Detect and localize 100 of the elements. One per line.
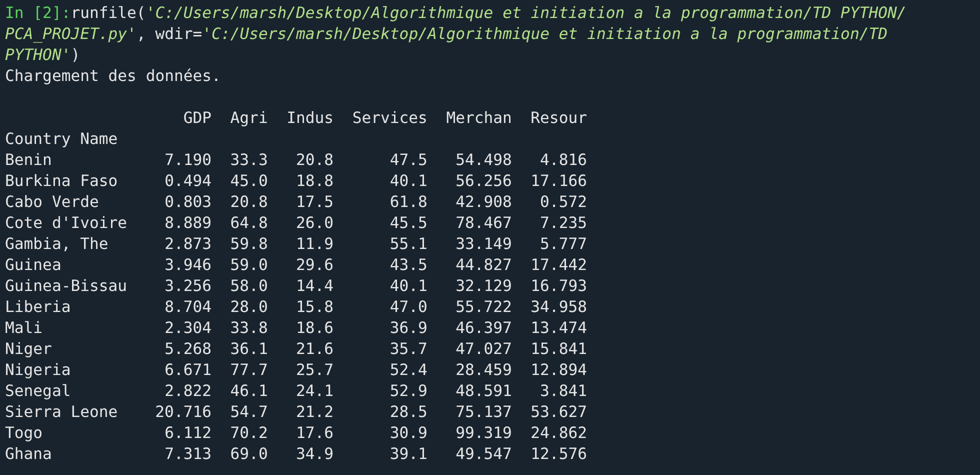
table-cell: 8.889 <box>164 214 212 232</box>
table-cell: 43.5 <box>390 256 428 274</box>
table-cell: 7.235 <box>540 214 587 232</box>
table-cell: 30.9 <box>390 424 428 442</box>
table-cell: 59.8 <box>230 235 268 253</box>
table-cell: 3.946 <box>164 256 212 274</box>
input-prompt: In [2]: <box>5 3 71 24</box>
table-cell: 53.627 <box>530 403 587 421</box>
table-cell: 28.0 <box>230 298 268 316</box>
table-cell: 18.6 <box>296 319 334 337</box>
table-cell: 78.467 <box>456 214 512 232</box>
table-cell: 47.027 <box>456 340 512 358</box>
table-cell: 55.722 <box>456 298 512 316</box>
table-cell: 48.591 <box>456 382 512 400</box>
table-cell: 70.2 <box>230 424 268 442</box>
table-cell: 28.459 <box>456 361 512 379</box>
table-cell: 15.841 <box>530 340 587 358</box>
column-header: Resour <box>530 109 587 127</box>
table-cell: 42.908 <box>456 193 512 211</box>
table-cell: 28.5 <box>390 403 428 421</box>
column-header: Agri <box>230 109 268 127</box>
row-label: Cote d'Ivoire <box>5 214 128 232</box>
column-header: Indus <box>286 109 334 127</box>
table-cell: 8.704 <box>164 298 212 316</box>
table-cell: 0.572 <box>540 193 587 211</box>
table-cell: 35.7 <box>390 340 428 358</box>
table-cell: 5.777 <box>540 235 587 253</box>
table-cell: 17.442 <box>530 256 587 274</box>
table-cell: 36.1 <box>230 340 268 358</box>
table-cell: 16.793 <box>530 277 587 295</box>
table-cell: 36.9 <box>390 319 428 337</box>
table-cell: 17.5 <box>296 193 334 211</box>
table-cell: 12.894 <box>530 361 587 379</box>
table-cell: 58.0 <box>230 277 268 295</box>
table-cell: 20.716 <box>155 403 212 421</box>
column-header: GDP <box>183 109 212 127</box>
row-label: Burkina Faso <box>5 172 118 190</box>
table-cell: 77.7 <box>230 361 268 379</box>
string-literal: PYTHON' <box>5 45 71 66</box>
table-cell: 25.7 <box>296 361 334 379</box>
table-cell: 59.0 <box>230 256 268 274</box>
table-cell: 33.8 <box>230 319 268 337</box>
table-cell: 33.3 <box>230 151 268 169</box>
row-label: Liberia <box>5 298 71 316</box>
table-cell: 33.149 <box>456 235 512 253</box>
table-cell: 11.9 <box>296 235 334 253</box>
row-label: Guinea-Bissau <box>5 277 128 295</box>
table-cell: 7.313 <box>164 445 212 463</box>
row-label: Ghana <box>5 445 52 463</box>
table-cell: 18.8 <box>296 172 334 190</box>
row-label: Benin <box>5 151 52 169</box>
row-label: Niger <box>5 340 52 358</box>
string-literal: 'C:/Users/marsh/Desktop/Algorithmique et initiation a la programmation/TD PYTHON/ <box>146 3 906 24</box>
row-label: Senegal <box>5 382 71 400</box>
table-cell: 40.1 <box>390 277 428 295</box>
table-cell: 20.8 <box>296 151 334 169</box>
table-cell: 2.822 <box>164 382 212 400</box>
table-cell: 52.4 <box>390 361 428 379</box>
table-cell: 14.4 <box>296 277 334 295</box>
code-text: , wdir= <box>136 24 202 45</box>
table-cell: 7.190 <box>164 151 212 169</box>
table-cell: 4.816 <box>540 151 587 169</box>
table-cell: 24.1 <box>296 382 334 400</box>
table-cell: 13.474 <box>530 319 587 337</box>
table-cell: 69.0 <box>230 445 268 463</box>
row-label: Cabo Verde <box>5 193 99 211</box>
row-label: Nigeria <box>5 361 71 379</box>
table-cell: 20.8 <box>230 193 268 211</box>
code-text: runfile( <box>70 3 146 24</box>
table-cell: 45.0 <box>230 172 268 190</box>
table-cell: 54.7 <box>230 403 268 421</box>
table-cell: 49.547 <box>456 445 512 463</box>
table-cell: 0.803 <box>164 193 212 211</box>
table-cell: 45.5 <box>390 214 428 232</box>
table-cell: 64.8 <box>230 214 268 232</box>
table-cell: 17.166 <box>530 172 587 190</box>
table-cell: 34.958 <box>530 298 587 316</box>
table-cell: 24.862 <box>530 424 587 442</box>
table-cell: 2.304 <box>164 319 212 337</box>
table-cell: 3.841 <box>540 382 587 400</box>
table-cell: 32.129 <box>456 277 512 295</box>
table-cell: 46.397 <box>456 319 512 337</box>
string-literal: PCA_PROJET.py' <box>5 24 136 45</box>
table-cell: 5.268 <box>164 340 212 358</box>
table-cell: 47.0 <box>390 298 428 316</box>
row-label: Mali <box>5 319 43 337</box>
output-message: Chargement des données. <box>5 66 221 87</box>
table-cell: 44.827 <box>456 256 512 274</box>
table-cell: 21.2 <box>296 403 334 421</box>
table-cell: 99.319 <box>456 424 512 442</box>
table-cell: 2.873 <box>164 235 212 253</box>
row-label: Guinea <box>5 256 62 274</box>
column-header: Merchan <box>446 109 512 127</box>
table-cell: 21.6 <box>296 340 334 358</box>
table-cell: 46.1 <box>230 382 268 400</box>
table-cell: 39.1 <box>390 445 428 463</box>
table-cell: 52.9 <box>390 382 428 400</box>
code-text: ) <box>70 45 80 66</box>
index-name: Country Name <box>5 129 118 150</box>
table-cell: 34.9 <box>296 445 334 463</box>
